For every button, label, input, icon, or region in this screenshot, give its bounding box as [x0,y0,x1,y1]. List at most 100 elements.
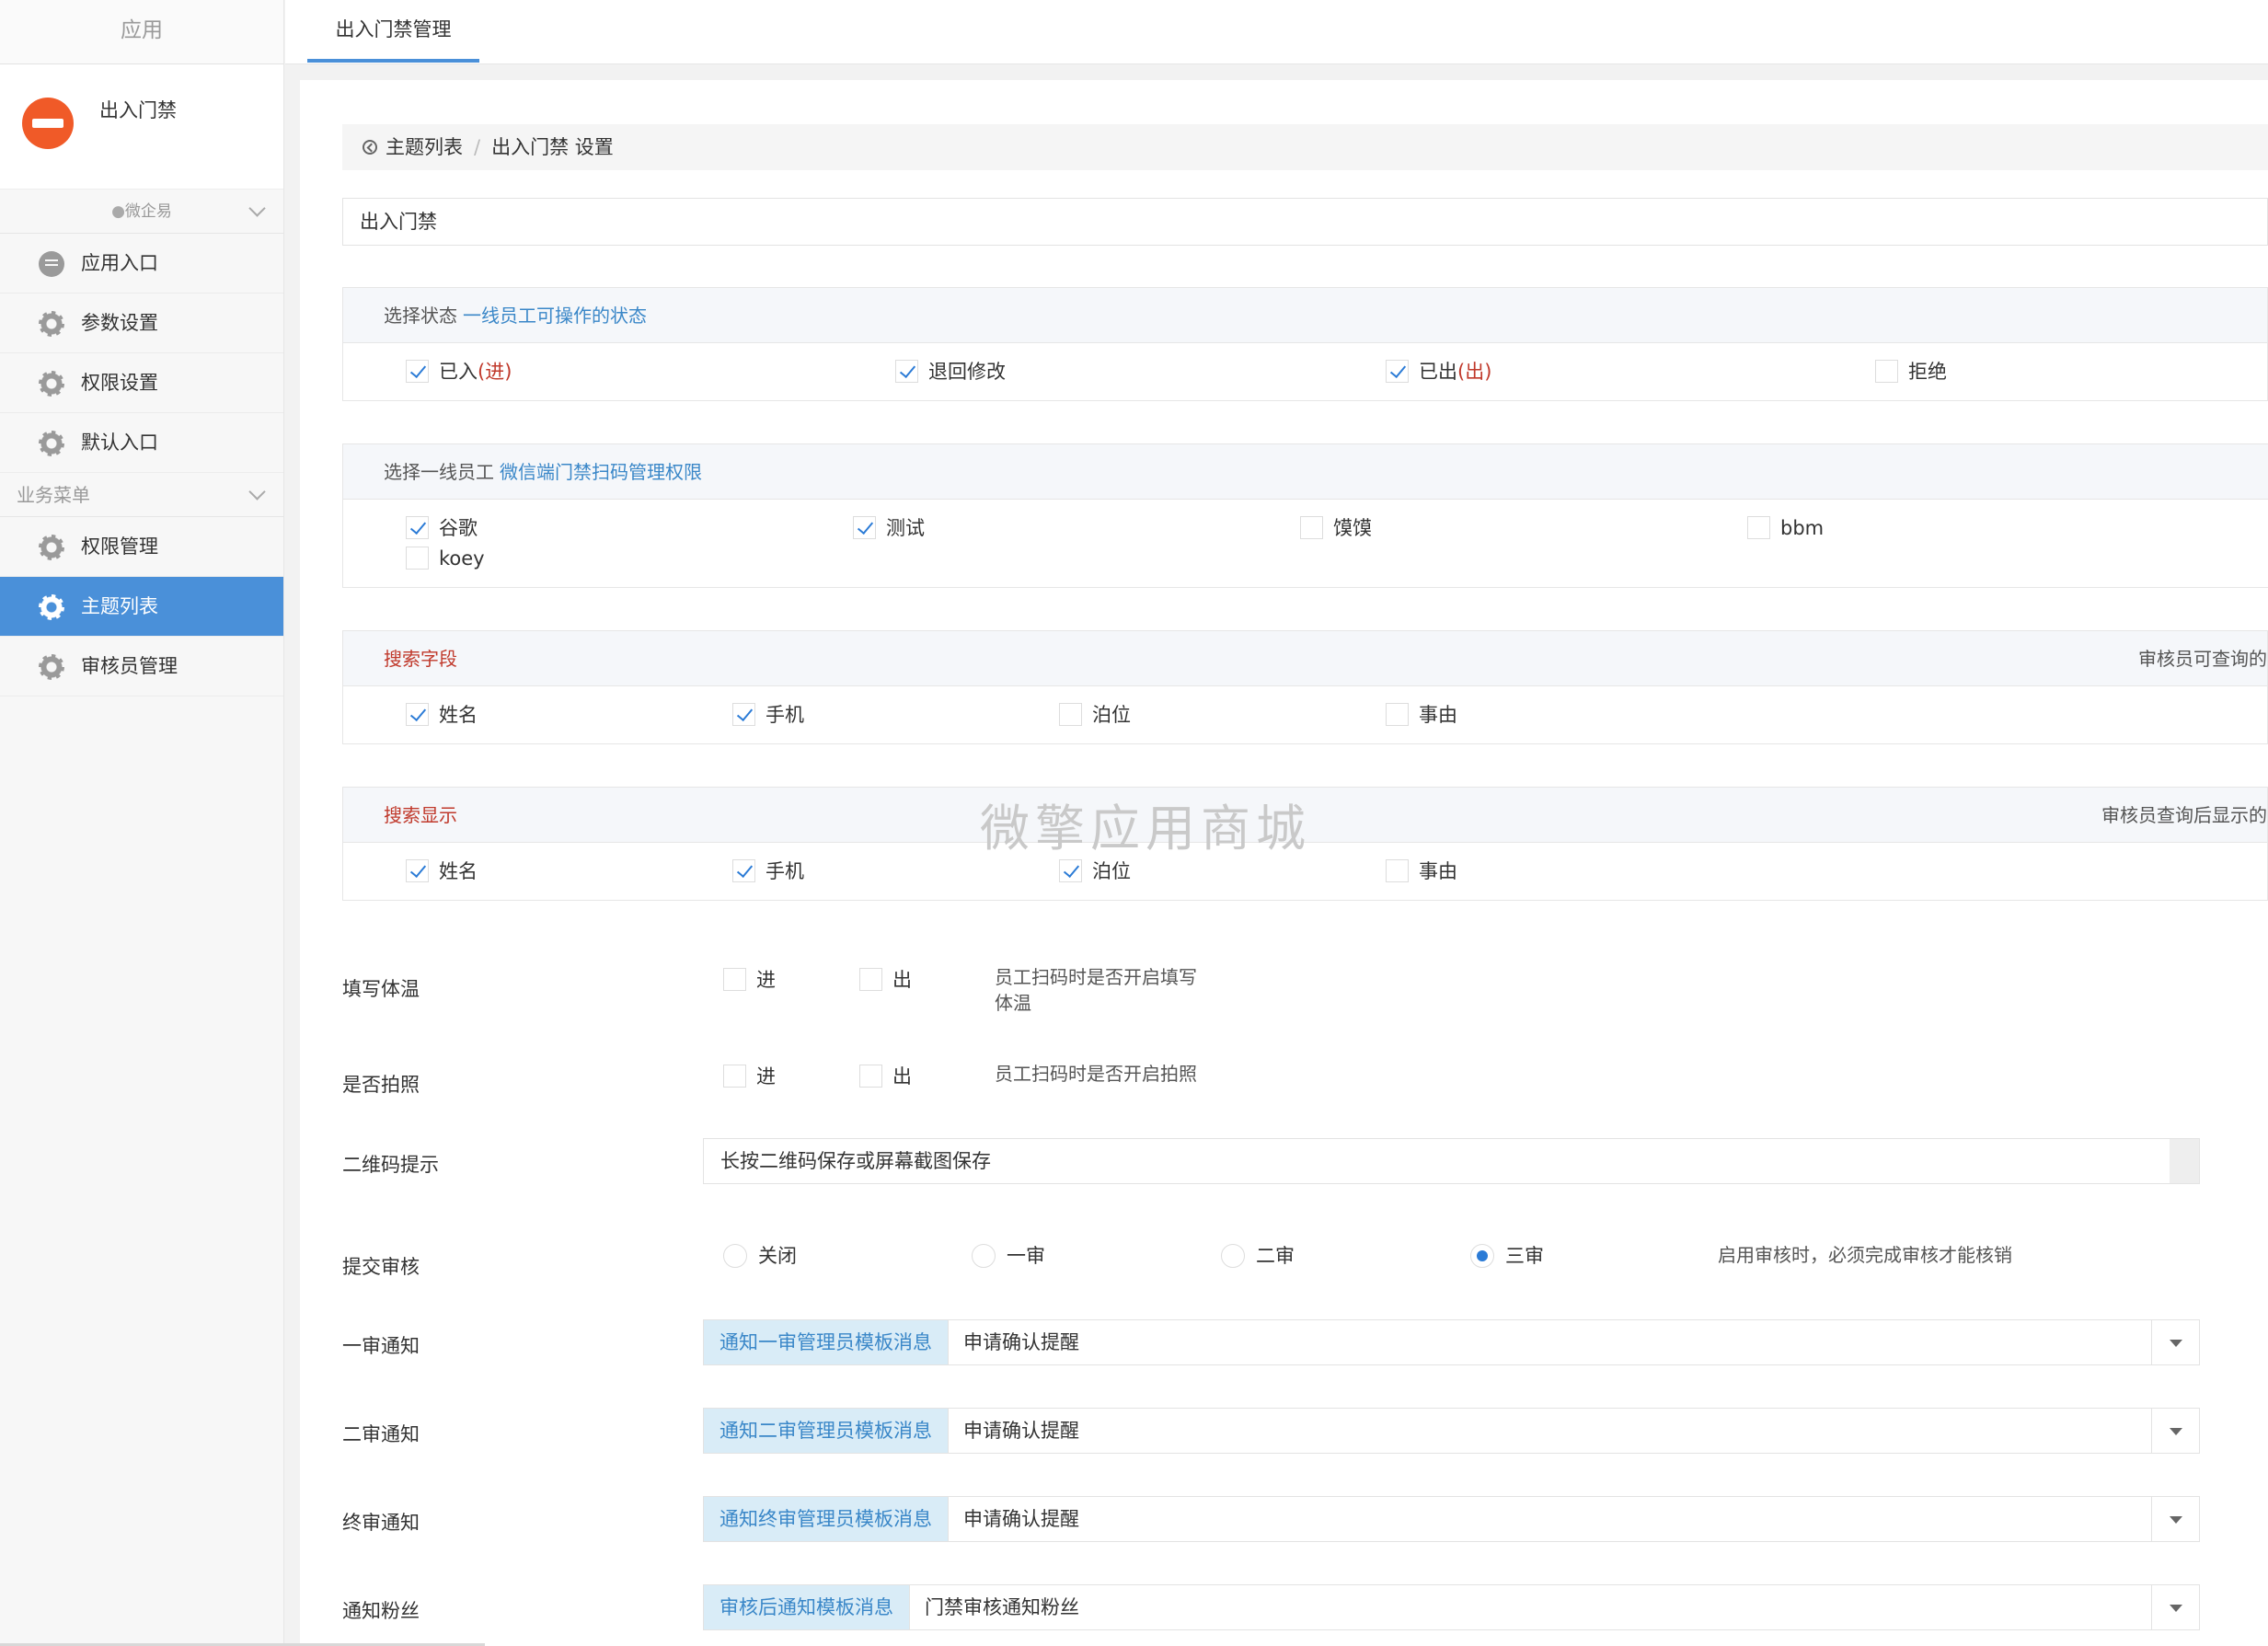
section-title: 选择状态 [384,305,457,327]
group-business[interactable]: 业务菜单 [0,473,283,517]
checkbox-label: 事由 [1419,860,1457,882]
section-right-note: 审核员查询后显示的 [2101,804,2267,826]
caret-down-icon[interactable] [2151,1320,2199,1364]
review-hint: 启用审核时，必须完成审核才能核销 [1718,1244,2012,1266]
review-radio-third[interactable]: 三审 [1470,1244,1544,1268]
staff-checkbox-4[interactable]: bbm [1747,516,1824,540]
chat-bubble-icon [39,251,64,277]
select-value: 申请确认提醒 [963,1420,1079,1442]
sidebar-item-label: 默认入口 [81,432,158,454]
checkbox-empty-icon [859,968,882,991]
caret-down-icon[interactable] [2151,1585,2199,1629]
notify-first-select[interactable]: 通知一审管理员模板消息 申请确认提醒 [703,1319,2200,1365]
sidebar-item-app-entry[interactable]: 应用入口 [0,234,283,294]
radio-empty-icon [723,1244,747,1268]
search-field-checkbox-phone[interactable]: 手机 [732,703,804,727]
staff-checkbox-3[interactable]: 馍馍 [1300,516,1372,540]
main-panel: 主题列表 / 出入门禁 设置 出入门禁 选择状态 一线员工可操作的状态 已入(进) 退… [300,80,2268,1646]
select-addon: 通知终审管理员模板消息 [704,1497,949,1541]
group-wechat[interactable]: ●微企易 [0,190,283,234]
search-display-checkbox-berth[interactable]: 泊位 [1059,859,1131,883]
topic-name-input[interactable]: 出入门禁 [342,198,2268,246]
sidebar-item-reviewer-manage[interactable]: 审核员管理 [0,637,283,696]
tab-access-control[interactable]: 出入门禁管理 [307,0,479,63]
sidebar-item-default-entry[interactable]: 默认入口 [0,413,283,473]
checkbox-empty-icon [1059,703,1082,726]
sidebar-item-topic-list[interactable]: 主题列表 [0,577,283,637]
staff-section: 选择一线员工 微信端门禁扫码管理权限 谷歌 测试 馍馍 bbm koey [342,443,2268,588]
temperature-in-checkbox[interactable]: 进 [723,968,776,992]
checkbox-label: 泊位 [1092,704,1131,726]
section-title: 搜索字段 [384,648,457,670]
search-display-checkbox-reason[interactable]: 事由 [1386,859,1457,883]
breadcrumb-separator: / [474,136,481,158]
checkbox-checked-icon [1059,859,1082,882]
section-right-note: 审核员可查询的 [2138,648,2267,670]
status-section: 选择状态 一线员工可操作的状态 已入(进) 退回修改 已出(出) 拒绝 [342,287,2268,401]
sidebar-item-permissions[interactable]: 权限设置 [0,353,283,413]
status-checkbox-return[interactable]: 退回修改 [895,360,1006,384]
checkbox-label: 谷歌 [439,517,478,539]
search-field-header: 搜索字段 审核员可查询的 [343,631,2267,686]
photo-hint: 员工扫码时是否开启拍照 [995,1063,1197,1085]
search-display-checkbox-phone[interactable]: 手机 [732,859,804,883]
checkbox-checked-icon [732,703,755,726]
gear-icon [39,535,64,560]
review-radio-off[interactable]: 关闭 [723,1244,797,1268]
checkbox-label: 进 [756,969,776,991]
checkbox-empty-icon [406,547,429,570]
notify-final-select[interactable]: 通知终审管理员模板消息 申请确认提醒 [703,1496,2200,1542]
review-radio-second[interactable]: 二审 [1221,1244,1295,1268]
notify-fans-select[interactable]: 审核后通知模板消息 门禁审核通知粉丝 [703,1584,2200,1630]
radio-empty-icon [972,1244,996,1268]
checkbox-checked-icon [1386,360,1409,383]
status-section-header: 选择状态 一线员工可操作的状态 [343,288,2267,343]
temperature-out-checkbox[interactable]: 出 [859,968,912,992]
staff-checkbox-1[interactable]: 谷歌 [406,516,478,540]
sidebar-item-params[interactable]: 参数设置 [0,294,283,353]
no-entry-logo-icon [22,98,74,149]
status-checkbox-reject[interactable]: 拒绝 [1875,360,1947,384]
sidebar-item-permission-manage[interactable]: 权限管理 [0,517,283,577]
app-card[interactable]: 出入门禁 [0,64,283,190]
breadcrumb: 主题列表 / 出入门禁 设置 [342,124,2268,170]
review-radio-first[interactable]: 一审 [972,1244,1045,1268]
sidebar-item-label: 主题列表 [81,595,158,617]
status-checkbox-in[interactable]: 已入(进) [406,360,512,384]
staff-checkbox-2[interactable]: 测试 [853,516,925,540]
checkbox-empty-icon [1747,516,1770,539]
photo-in-checkbox[interactable]: 进 [723,1065,776,1088]
temperature-label: 填写体温 [342,978,420,1000]
status-checkbox-out[interactable]: 已出(出) [1386,360,1491,384]
checkbox-empty-icon [1300,516,1323,539]
back-circle-icon[interactable] [363,140,377,155]
gear-icon [39,371,64,397]
caret-down-icon[interactable] [2151,1497,2199,1541]
search-display-checkbox-name[interactable]: 姓名 [406,859,478,883]
search-field-checkbox-name[interactable]: 姓名 [406,703,478,727]
caret-down-icon[interactable] [2151,1409,2199,1453]
qrcode-input[interactable]: 长按二维码保存或屏幕截图保存 [703,1138,2200,1184]
checkbox-empty-icon [723,1065,746,1088]
notify-final-label: 终审通知 [342,1512,420,1534]
checkbox-label: 姓名 [439,704,478,726]
search-field-checkbox-reason[interactable]: 事由 [1386,703,1457,727]
staff-checkbox-5[interactable]: koey [406,547,485,570]
select-value: 门禁审核通知粉丝 [925,1596,1079,1618]
checkbox-checked-icon [853,516,876,539]
breadcrumb-topic-list[interactable]: 主题列表 [386,136,463,158]
notify-second-select[interactable]: 通知二审管理员模板消息 申请确认提醒 [703,1408,2200,1454]
search-field-checkbox-berth[interactable]: 泊位 [1059,703,1131,727]
checkbox-label: 已入 [439,361,478,383]
checkbox-label: 测试 [886,517,925,539]
select-addon: 审核后通知模板消息 [704,1585,910,1629]
section-title: 搜索显示 [384,804,457,826]
checkbox-label: 姓名 [439,860,478,882]
chevron-down-icon [248,200,266,217]
photo-out-checkbox[interactable]: 出 [859,1065,912,1088]
checkbox-checked-icon [895,360,918,383]
notify-first-label: 一审通知 [342,1335,420,1357]
checkbox-empty-icon [859,1065,882,1088]
radio-label: 一审 [1007,1245,1045,1267]
checkbox-label: koey [439,547,485,570]
